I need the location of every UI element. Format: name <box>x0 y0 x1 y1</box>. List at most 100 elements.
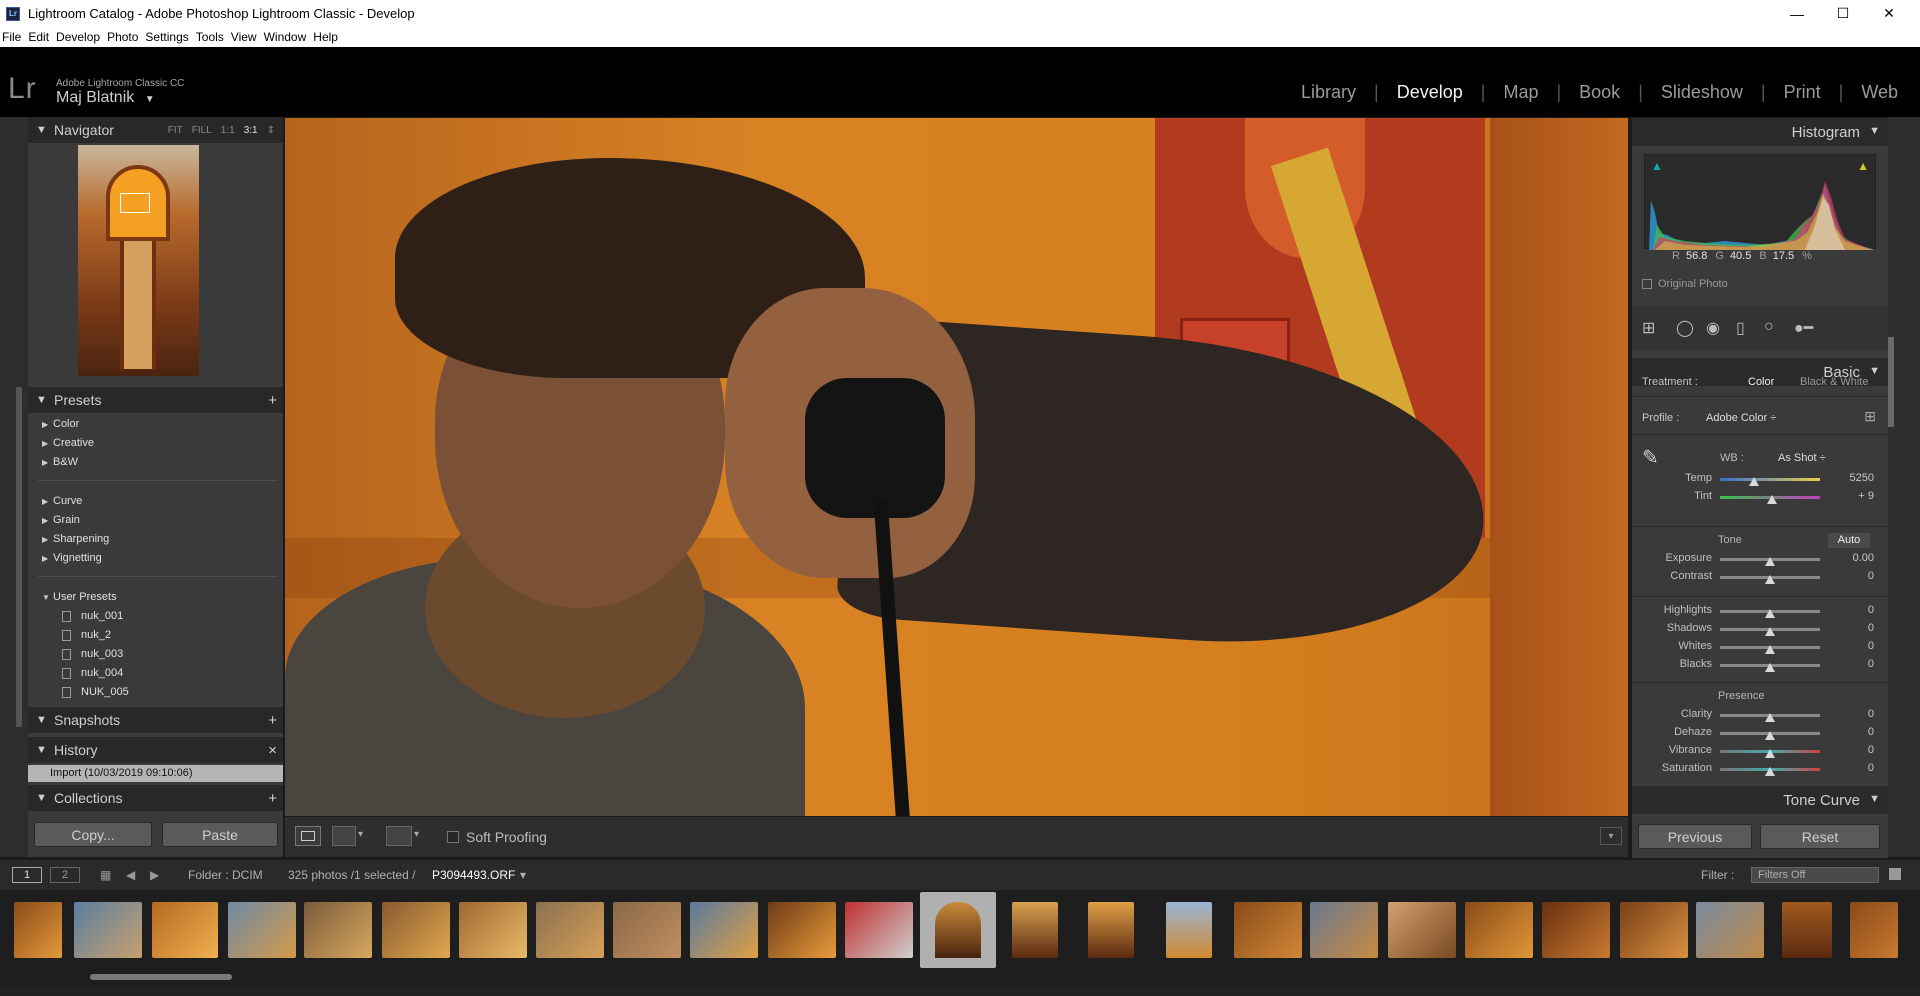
copy-button[interactable]: Copy... <box>34 822 152 847</box>
spot-removal-icon[interactable]: ◯ <box>1676 318 1694 338</box>
filmstrip-thumbnail[interactable] <box>1850 902 1898 958</box>
zoom-menu-icon[interactable]: ⇕ <box>267 125 275 136</box>
clarity-slider-thumb[interactable] <box>1765 713 1775 722</box>
original-photo-toggle[interactable]: Original Photo <box>1642 278 1728 290</box>
menu-settings[interactable]: Settings <box>145 30 188 44</box>
menu-help[interactable]: Help <box>313 30 338 44</box>
chevron-down-icon[interactable]: ▾ <box>414 829 419 840</box>
exposure-slider-thumb[interactable] <box>1765 557 1775 566</box>
filter-select[interactable]: Filters Off <box>1751 867 1879 883</box>
main-photo-view[interactable] <box>285 118 1628 816</box>
graduated-filter-icon[interactable]: ▯ <box>1736 318 1745 338</box>
filmstrip-thumbnail[interactable] <box>690 902 758 958</box>
red-eye-icon[interactable]: ◉ <box>1706 318 1720 338</box>
module-library[interactable]: Library <box>1301 82 1356 103</box>
module-slideshow[interactable]: Slideshow <box>1661 82 1743 103</box>
filmstrip-thumbnail[interactable] <box>1620 902 1688 958</box>
filmstrip-thumbnail[interactable] <box>1388 902 1456 958</box>
saturation-value[interactable]: 0 <box>1868 762 1874 774</box>
preset-group-curve[interactable]: ▶ Curve <box>42 495 82 507</box>
zoom-1-1[interactable]: 1:1 <box>221 125 235 136</box>
preset-group-grain[interactable]: ▶ Grain <box>42 514 80 526</box>
contrast-slider-thumb[interactable] <box>1765 575 1775 584</box>
menu-tools[interactable]: Tools <box>196 30 224 44</box>
presets-header[interactable]: ▼ Presets + <box>28 387 283 413</box>
crop-tool-icon[interactable]: ⊞ <box>1642 318 1655 338</box>
filmstrip-thumbnail[interactable] <box>1012 902 1058 958</box>
preset-group-vignetting[interactable]: ▶ Vignetting <box>42 552 102 564</box>
histogram-header[interactable]: Histogram ▼ <box>1632 118 1888 146</box>
filmstrip-thumbnail[interactable] <box>845 902 913 958</box>
right-panel-edge[interactable] <box>1888 117 1920 857</box>
user-preset-item[interactable]: nuk_004 <box>62 667 123 679</box>
shadow-clipping-icon[interactable]: ▲ <box>1651 159 1663 173</box>
preset-group-creative[interactable]: ▶ Creative <box>42 437 94 449</box>
temp-slider-thumb[interactable] <box>1749 477 1759 486</box>
left-panel-scrollbar[interactable] <box>16 387 22 727</box>
previous-button[interactable]: Previous <box>1638 824 1752 849</box>
preset-group-bw[interactable]: ▶ B&W <box>42 456 78 468</box>
preset-group-sharpening[interactable]: ▶ Sharpening <box>42 533 109 545</box>
treatment-color-button[interactable]: Color <box>1748 376 1774 388</box>
before-after-swap-icon[interactable] <box>386 826 412 846</box>
minimize-button[interactable]: — <box>1774 0 1820 27</box>
filmstrip-thumbnail[interactable] <box>1234 902 1302 958</box>
filmstrip-thumbnail[interactable] <box>228 902 296 958</box>
menu-file[interactable]: File <box>2 30 21 44</box>
filmstrip-thumbnail[interactable] <box>613 902 681 958</box>
profile-browser-icon[interactable]: ⊞ <box>1864 408 1876 425</box>
filmstrip-thumbnail[interactable] <box>1166 902 1212 958</box>
dehaze-value[interactable]: 0 <box>1868 726 1874 738</box>
user-preset-item[interactable]: nuk_2 <box>62 629 111 641</box>
zoom-3-1[interactable]: 3:1 <box>244 125 258 136</box>
filmstrip-thumbnail[interactable] <box>1782 902 1832 958</box>
dehaze-slider-thumb[interactable] <box>1765 731 1775 740</box>
exposure-value[interactable]: 0.00 <box>1853 552 1874 564</box>
filmstrip-thumbnail[interactable] <box>1465 902 1533 958</box>
add-collection-icon[interactable]: + <box>268 790 277 807</box>
shadows-value[interactable]: 0 <box>1868 622 1874 634</box>
highlight-clipping-icon[interactable]: ▲ <box>1857 159 1869 173</box>
grid-view-icon[interactable]: ▦ <box>100 868 111 882</box>
temp-slider-track[interactable] <box>1720 478 1820 481</box>
filmstrip-thumbnail[interactable] <box>1310 902 1378 958</box>
paste-button[interactable]: Paste <box>162 822 278 847</box>
loupe-view-icon[interactable] <box>295 826 321 846</box>
add-snapshot-icon[interactable]: + <box>268 712 277 729</box>
preset-group-user[interactable]: ▼ User Presets <box>42 591 117 603</box>
reset-button[interactable]: Reset <box>1760 824 1880 849</box>
user-name[interactable]: Maj Blatnik ▼ <box>56 89 155 107</box>
menu-edit[interactable]: Edit <box>28 30 49 44</box>
menu-view[interactable]: View <box>231 30 257 44</box>
filmstrip-thumbnail[interactable] <box>768 902 836 958</box>
adjustment-brush-icon[interactable]: ●━ <box>1794 318 1813 338</box>
module-develop[interactable]: Develop <box>1397 82 1463 103</box>
right-panel-scrollbar[interactable] <box>1888 337 1894 427</box>
toolbar-menu-icon[interactable]: ▾ <box>1600 827 1622 845</box>
module-web[interactable]: Web <box>1861 82 1898 103</box>
history-step[interactable]: Import (10/03/2019 09:10:06) <box>28 765 283 782</box>
saturation-slider-thumb[interactable] <box>1765 767 1775 776</box>
soft-proofing-checkbox[interactable] <box>447 831 459 843</box>
zoom-fit[interactable]: FIT <box>168 125 183 136</box>
preset-group-color[interactable]: ▶ Color <box>42 418 79 430</box>
navigator-zoom-box[interactable] <box>120 193 150 213</box>
filmstrip-thumbnail-selected[interactable] <box>920 892 996 968</box>
user-preset-item[interactable]: nuk_003 <box>62 648 123 660</box>
chevron-down-icon[interactable]: ▾ <box>358 829 363 840</box>
snapshots-header[interactable]: ▼ Snapshots + <box>28 707 283 733</box>
auto-tone-button[interactable]: Auto <box>1828 533 1870 548</box>
filmstrip-thumbnail[interactable] <box>1088 902 1134 958</box>
navigator-header[interactable]: ▼ Navigator FIT FILL 1:1 3:1 ⇕ <box>28 117 283 143</box>
menu-photo[interactable]: Photo <box>107 30 138 44</box>
back-arrow-icon[interactable]: ◀ <box>126 868 135 882</box>
blacks-value[interactable]: 0 <box>1868 658 1874 670</box>
filmstrip-thumbnail[interactable] <box>459 902 527 958</box>
clear-history-icon[interactable]: × <box>268 742 277 759</box>
before-after-icon[interactable] <box>332 826 356 846</box>
filter-lock-icon[interactable] <box>1889 868 1901 880</box>
tint-value[interactable]: + 9 <box>1858 490 1874 502</box>
module-print[interactable]: Print <box>1784 82 1821 103</box>
chevron-down-icon[interactable]: ▾ <box>520 868 526 882</box>
filmstrip-scrollbar[interactable] <box>90 974 232 980</box>
